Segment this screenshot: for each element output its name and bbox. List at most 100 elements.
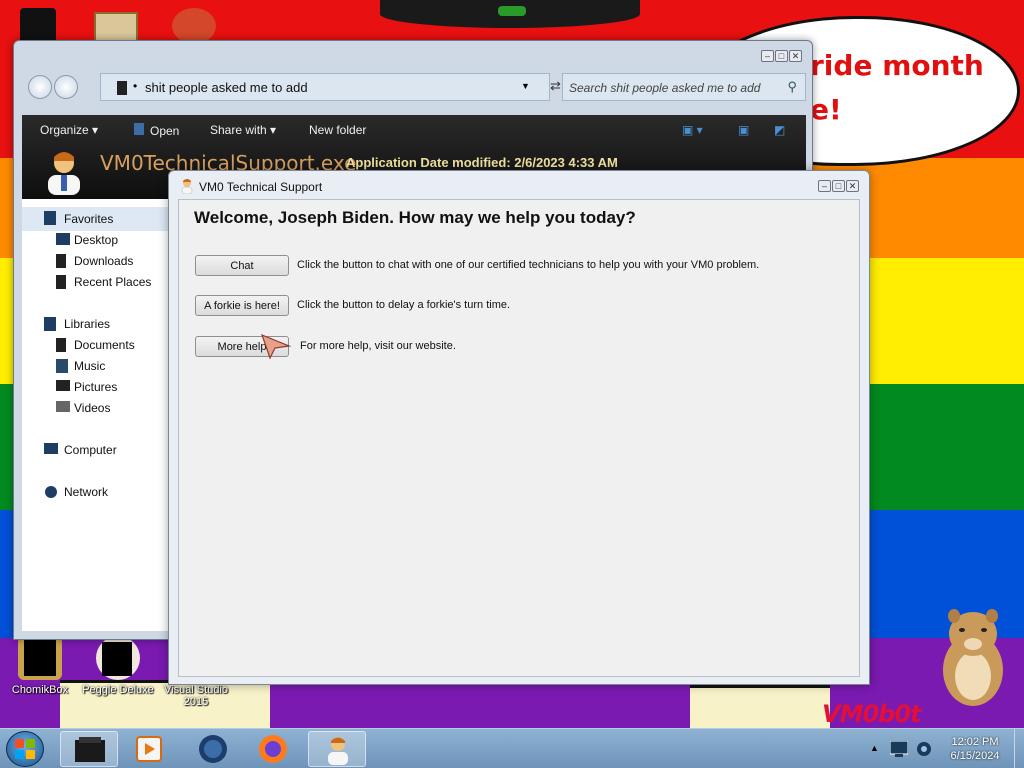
icon-mask [102,642,132,676]
tray-expand-icon[interactable]: ▲ [870,743,879,753]
desktop-icon [56,233,70,245]
sidebar-item-recent-places[interactable]: Recent Places [74,275,151,289]
sidebar-item-network[interactable]: Network [64,485,108,499]
sidebar-item-libraries[interactable]: Libraries [64,317,110,331]
system-clock[interactable]: 12:02 PM 6/15/2024 [940,735,1010,763]
tech-support-dialog[interactable]: VM0 Technical Support – □ ✕ Welcome, Jos… [168,170,870,685]
cartoon-background-right [690,685,830,730]
firefox-icon [259,735,287,763]
chevron-down-icon[interactable]: ▼ [521,81,530,91]
windows-logo-icon [15,739,35,759]
peggle-icon [96,636,140,680]
sidebar-item-downloads[interactable]: Downloads [74,254,133,268]
help-icon[interactable]: ◩ [774,123,785,137]
desktop-icon-label: ChomikBox [11,684,69,696]
open-label: Open [150,124,180,138]
address-bar[interactable]: • shit people asked me to add ▼ [100,73,550,101]
explorer-window-controls: – □ ✕ [761,50,802,62]
speech-line-2: e! [810,93,842,126]
open-icon [134,123,144,135]
forkie-button[interactable]: A forkie is here! [195,295,289,316]
navigation-pane: Favorites Desktop Downloads Recent Place… [22,199,174,631]
refresh-icon[interactable]: ⇄ [550,78,561,94]
hamster-icon [943,609,1003,706]
view-options-icon[interactable]: ▣ ▾ [682,123,703,137]
clock-date: 6/15/2024 [950,750,1000,762]
top-decoration-green [498,6,526,16]
network-icon [45,486,57,498]
dialog-close-button[interactable]: ✕ [846,180,859,192]
dialog-minimize-button[interactable]: – [818,180,831,192]
sidebar-item-documents[interactable]: Documents [74,338,135,352]
file-thumbnail-icon [48,152,80,195]
back-button[interactable] [28,75,52,99]
sidebar-item-music[interactable]: Music [74,359,105,373]
selected-file-details: Application Date modified: 2/6/2023 4:33… [346,155,618,170]
computer-icon [44,443,58,454]
desktop-icon-top-1[interactable] [20,8,56,44]
dialog-title: VM0 Technical Support [199,180,323,194]
downloads-icon [56,254,66,268]
search-input[interactable]: Search shit people asked me to add [569,81,760,95]
chat-button[interactable]: Chat [195,255,289,276]
media-player-icon [136,736,162,762]
globe-icon [199,735,227,763]
taskbar: ▲ 12:02 PM 6/15/2024 [0,728,1024,768]
search-box[interactable]: Search shit people asked me to add ⚲ [562,73,806,101]
desktop-icon-top-3[interactable] [172,8,216,44]
taskbar-explorer[interactable] [60,731,118,767]
desktop-icon-label: Visual Studio 2015 [163,684,228,708]
share-with-button[interactable]: Share with ▾ [210,123,276,137]
documents-icon [56,338,66,352]
close-button[interactable]: ✕ [789,50,802,62]
breadcrumb-separator: • [133,79,138,93]
sidebar-item-desktop[interactable]: Desktop [74,233,118,247]
app-icon [181,179,193,194]
mouse-cursor-icon [261,334,291,360]
speech-line-1: ride month [810,49,984,82]
organize-label: Organize [40,123,89,137]
clock-time: 12:02 PM [951,736,999,748]
sidebar-item-pictures[interactable]: Pictures [74,380,117,394]
desktop-icon-chomikbox[interactable]: ChomikBox [0,636,80,696]
vm0bot-logo: VM0b0t [822,700,922,728]
tech-support-taskbar-icon [328,737,348,765]
open-button[interactable]: Open [134,123,179,138]
speech-bubble-text: ride month e! [810,44,1010,132]
preview-pane-icon[interactable]: ▣ [738,123,749,137]
desktop-icon-label: Peggle Deluxe [82,684,154,696]
search-icon[interactable]: ⚲ [787,79,797,95]
forward-button[interactable] [54,75,78,99]
address-text: shit people asked me to add [145,80,308,95]
taskbar-firefox[interactable] [244,731,302,767]
icon-mask [24,640,56,676]
maximize-button[interactable]: □ [775,50,788,62]
organize-button[interactable]: Organize ▾ [40,123,98,137]
taskbar-tech-support[interactable] [308,731,366,767]
sidebar-item-computer[interactable]: Computer [64,443,117,457]
volume-tray-icon[interactable] [916,741,932,757]
libraries-icon [44,317,56,331]
welcome-heading: Welcome, Joseph Biden. How may we help y… [194,208,636,227]
taskbar-globe-app[interactable] [184,731,242,767]
dialog-maximize-button[interactable]: □ [832,180,845,192]
taskbar-media-player[interactable] [120,731,178,767]
chat-description: Click the button to chat with one of our… [297,259,760,271]
folder-icon [117,81,127,95]
desktop-icon-peggle[interactable]: Peggle Deluxe [78,636,158,696]
more-help-description: For more help, visit our website. [300,340,456,352]
star-icon [44,211,56,225]
recent-places-icon [56,275,66,289]
new-folder-button[interactable]: New folder [309,123,366,137]
music-icon [56,359,68,373]
show-desktop-button[interactable] [1014,729,1024,768]
network-tray-icon[interactable] [890,741,908,757]
dialog-window-controls: – □ ✕ [818,180,859,192]
chomikbox-icon [18,636,62,680]
sidebar-item-favorites[interactable]: Favorites [64,212,113,226]
start-button[interactable] [6,731,44,767]
minimize-button[interactable]: – [761,50,774,62]
sidebar-item-videos[interactable]: Videos [74,401,110,415]
dialog-body: Welcome, Joseph Biden. How may we help y… [178,199,860,677]
forkie-description: Click the button to delay a forkie's tur… [297,299,511,311]
